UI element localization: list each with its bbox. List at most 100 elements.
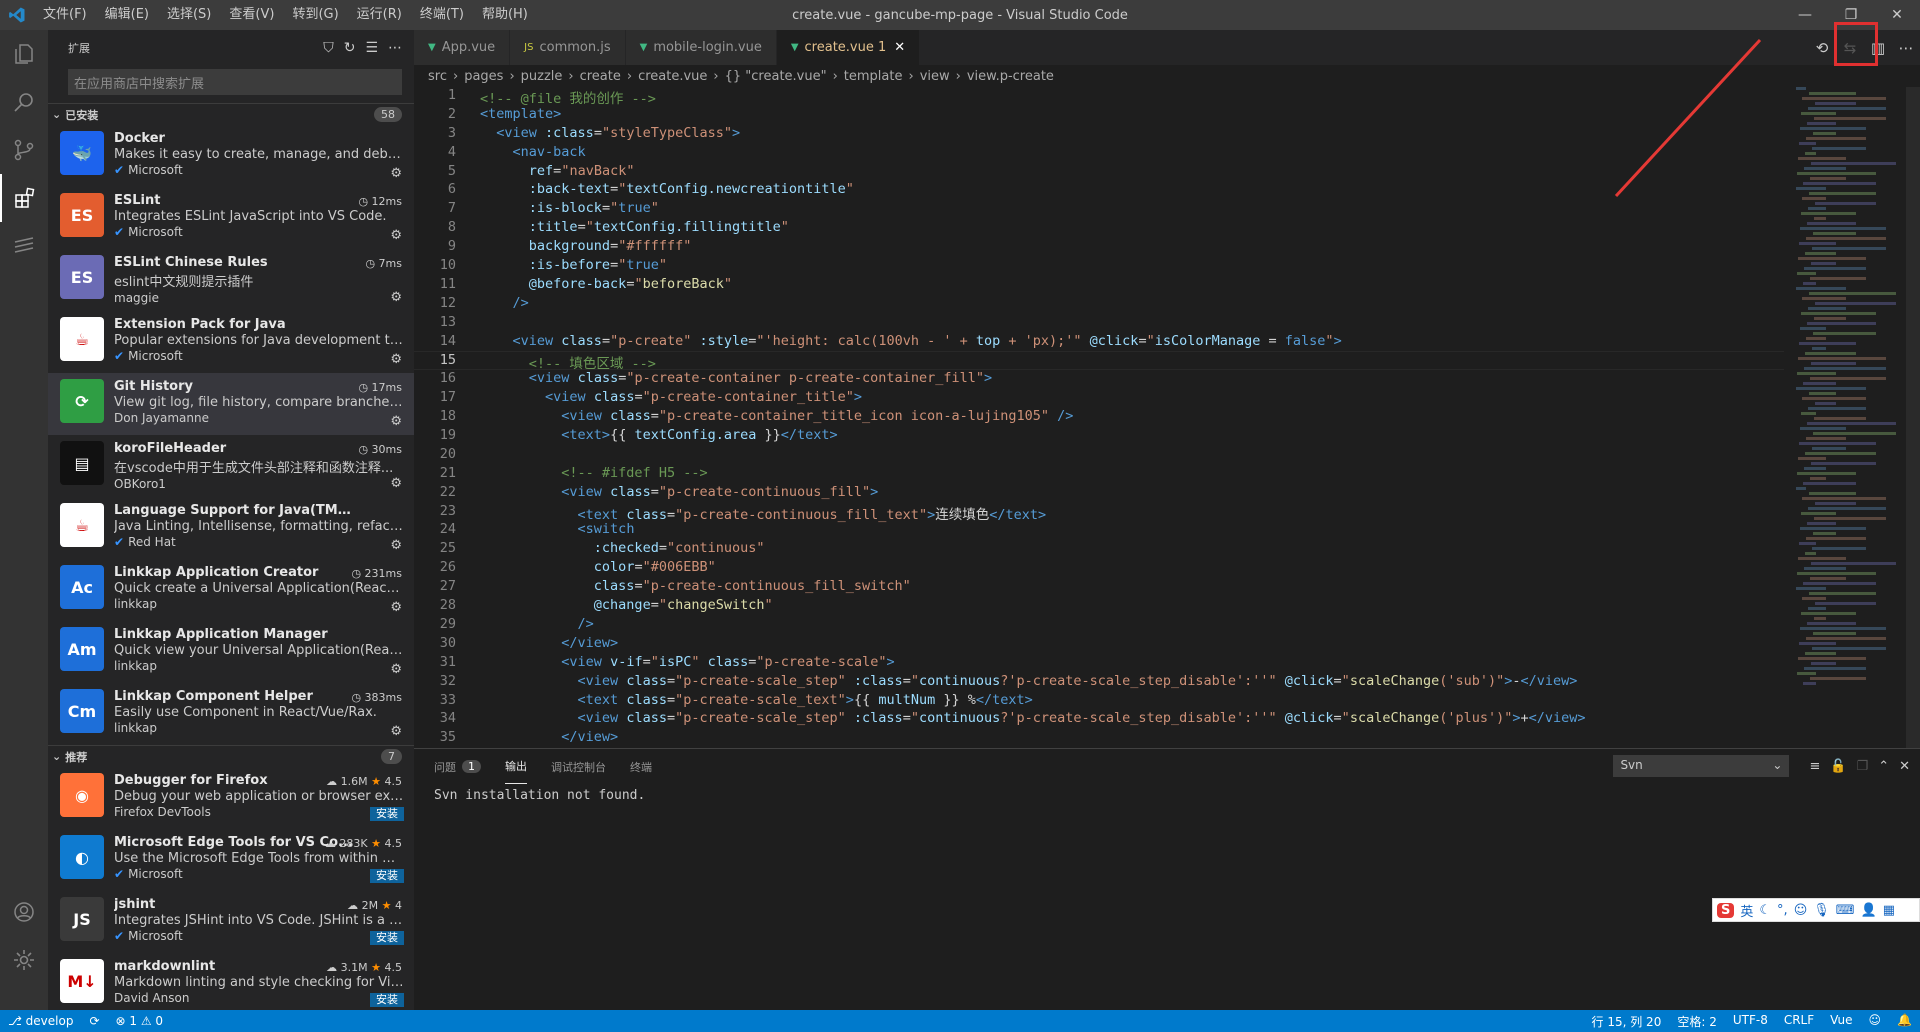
tab-3[interactable]: ▼ create.vue 1 ✕ <box>776 30 921 65</box>
manage-gear-icon[interactable]: ⚙ <box>390 662 402 677</box>
breadcrumb-item[interactable]: template <box>844 69 903 84</box>
maximize-panel-icon[interactable]: ⌃ <box>1878 759 1889 774</box>
menu-go[interactable]: 转到(G) <box>283 0 347 30</box>
extension-item[interactable]: M↓ markdownlint Markdown linting and style… <box>48 953 414 1010</box>
menu-file[interactable]: 文件(F) <box>34 0 96 30</box>
branch-status[interactable]: ⎇ develop <box>8 1014 73 1028</box>
manage-gear-icon[interactable]: ⚙ <box>390 476 402 491</box>
install-button[interactable]: 安装 <box>370 869 404 883</box>
breadcrumb-item[interactable]: puzzle <box>521 69 563 84</box>
language-mode[interactable]: Vue <box>1830 1013 1852 1030</box>
close-panel-icon[interactable]: ✕ <box>1899 759 1910 774</box>
output-channel-select[interactable]: Svn ⌄ <box>1613 755 1790 777</box>
extension-item[interactable]: Am Linkkap Application Manager Quick view … <box>48 621 414 683</box>
extension-item[interactable]: ☕ Extension Pack for Java Popular extensio… <box>48 311 414 373</box>
emoji-icon[interactable]: ☺ <box>1794 903 1808 918</box>
grid-icon[interactable]: ▦ <box>1883 903 1895 918</box>
sync-icon[interactable]: ⟳ <box>89 1014 99 1028</box>
menu-terminal[interactable]: 终端(T) <box>411 0 473 30</box>
extension-item[interactable]: ▤ koroFileHeader 在vscode中用于生成文件头部注释和函数注释..… <box>48 435 414 497</box>
menu-run[interactable]: 运行(R) <box>348 0 411 30</box>
explorer-icon[interactable] <box>0 30 48 78</box>
end-of-line[interactable]: CRLF <box>1784 1013 1814 1030</box>
extension-item[interactable]: ◉ Debugger for Firefox Debug your web appl… <box>48 767 414 829</box>
close-window-icon[interactable]: ✕ <box>1874 0 1920 30</box>
breadcrumb-item[interactable]: {} "create.vue" <box>725 69 827 84</box>
user-icon[interactable]: 👤 <box>1861 903 1877 918</box>
manage-gear-icon[interactable]: ⚙ <box>390 228 402 243</box>
manage-gear-icon[interactable]: ⚙ <box>390 600 402 615</box>
cursor-position[interactable]: 行 15, 列 20 <box>1592 1013 1662 1030</box>
install-button[interactable]: 安装 <box>370 931 404 945</box>
code-area[interactable]: 1 <!-- @file 我的创作 --> 2 <template> 3 <view :… <box>414 87 1784 748</box>
extension-item[interactable]: ⟳ Git History View git log, file history, … <box>48 373 414 435</box>
punctuation-icon[interactable]: °, <box>1777 903 1788 918</box>
extension-item[interactable]: ES ESLint Chinese Rules eslint中文规则提示插件 magg… <box>48 249 414 311</box>
breadcrumb-item[interactable]: view <box>920 69 950 84</box>
search-icon[interactable] <box>0 78 48 126</box>
ime-logo[interactable]: S <box>1717 902 1735 918</box>
mic-icon[interactable]: 🎙 <box>1813 903 1830 918</box>
keyboard-icon[interactable]: ⌨ <box>1836 903 1855 918</box>
extensions-icon[interactable] <box>0 174 48 222</box>
panel-tab-1[interactable]: 输出 <box>505 749 527 784</box>
extension-item[interactable]: 🐳 Docker Makes it easy to create, manage, … <box>48 125 414 187</box>
feedback-icon[interactable]: ☺ <box>1869 1013 1882 1030</box>
extension-item[interactable]: ◐ Microsoft Edge Tools for VS Co... Use th… <box>48 829 414 891</box>
open-log-icon[interactable]: ❐ <box>1857 759 1869 774</box>
notifications-icon[interactable]: 🔔 <box>1897 1013 1912 1030</box>
refresh-icon[interactable]: ↻ <box>344 40 356 56</box>
remote-explorer-icon[interactable] <box>0 222 48 270</box>
menu-selection[interactable]: 选择(S) <box>158 0 220 30</box>
editor-more-icon[interactable]: ⋯ <box>1892 39 1920 57</box>
source-control-icon[interactable] <box>0 126 48 174</box>
manage-gear-icon[interactable] <box>0 936 48 984</box>
manage-gear-icon[interactable]: ⚙ <box>390 166 402 181</box>
extension-item[interactable]: ES ESLint Integrates ESLint JavaScript int… <box>48 187 414 249</box>
extension-search-input[interactable]: 在应用商店中搜索扩展 <box>68 69 402 95</box>
clear-icon[interactable]: ☰ <box>365 40 378 56</box>
install-button[interactable]: 安装 <box>370 993 404 1007</box>
recommended-section-header[interactable]: ⌄ 推荐 7 <box>48 745 414 767</box>
panel-tab-0[interactable]: 问题 1 <box>434 749 481 784</box>
panel-tab-2[interactable]: 调试控制台 <box>551 749 606 784</box>
minimap[interactable] <box>1796 87 1906 748</box>
installed-section-header[interactable]: ⌄ 已安装 58 <box>48 103 414 125</box>
problems-status[interactable]: ⊗ 1 ⚠ 0 <box>116 1014 164 1028</box>
extension-item[interactable]: Cm Linkkap Component Helper Easily use Com… <box>48 683 414 745</box>
extension-item[interactable]: Ac Linkkap Application Creator Quick creat… <box>48 559 414 621</box>
more-actions-icon[interactable]: ⋯ <box>388 40 402 56</box>
vertical-scrollbar[interactable] <box>1906 87 1920 748</box>
install-button[interactable]: 安装 <box>370 807 404 821</box>
menu-help[interactable]: 帮助(H) <box>473 0 537 30</box>
moon-icon[interactable]: ☾ <box>1759 903 1771 918</box>
clear-output-icon[interactable]: ≡ <box>1809 759 1820 774</box>
filter-icon[interactable]: ⛉ <box>323 40 334 56</box>
manage-gear-icon[interactable]: ⚙ <box>390 414 402 429</box>
menu-view[interactable]: 查看(V) <box>220 0 283 30</box>
breadcrumb-item[interactable]: create <box>580 69 621 84</box>
tab-0[interactable]: ▼ App.vue <box>414 30 511 65</box>
lock-scroll-icon[interactable]: 🔓 <box>1830 759 1846 774</box>
accounts-icon[interactable] <box>0 888 48 936</box>
close-tab-icon[interactable]: ✕ <box>894 40 905 55</box>
menu-edit[interactable]: 编辑(E) <box>96 0 158 30</box>
encoding[interactable]: UTF-8 <box>1733 1013 1768 1030</box>
extension-item[interactable]: ☕ Language Support for Java(TM) by Red Ha… <box>48 497 414 559</box>
breadcrumb-item[interactable]: pages <box>464 69 503 84</box>
tab-2[interactable]: ▼ mobile-login.vue <box>625 30 777 65</box>
breadcrumb-item[interactable]: src <box>428 69 447 84</box>
ime-lang[interactable]: 英 <box>1740 901 1753 920</box>
breadcrumb-item[interactable]: create.vue <box>638 69 707 84</box>
timeline-history-icon[interactable]: ⟲ <box>1808 39 1836 57</box>
tab-1[interactable]: JS common.js <box>510 30 626 65</box>
breadcrumb-item[interactable]: view.p-create <box>967 69 1054 84</box>
minimize-icon[interactable]: — <box>1782 0 1828 30</box>
manage-gear-icon[interactable]: ⚙ <box>390 724 402 739</box>
extension-item[interactable]: JS jshint Integrates JSHint into VS Code. … <box>48 891 414 953</box>
panel-tab-3[interactable]: 终端 <box>630 749 652 784</box>
indentation[interactable]: 空格: 2 <box>1677 1013 1717 1030</box>
manage-gear-icon[interactable]: ⚙ <box>390 538 402 553</box>
manage-gear-icon[interactable]: ⚙ <box>390 290 402 305</box>
manage-gear-icon[interactable]: ⚙ <box>390 352 402 367</box>
